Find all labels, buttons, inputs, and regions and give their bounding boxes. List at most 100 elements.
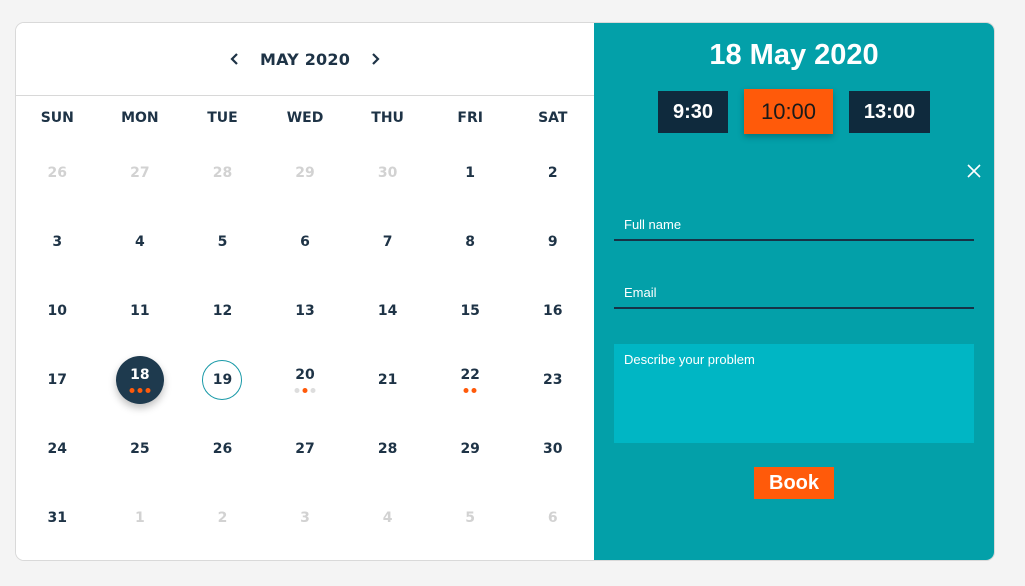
event-dots (129, 387, 151, 393)
calendar-day[interactable]: 14 (346, 276, 429, 345)
calendar-panel: MAY 2020 SUN MON TUE WED THU FRI SAT 26 27 28 29 3… (16, 23, 594, 560)
event-dot (145, 387, 151, 393)
calendar-day: 6 (511, 483, 594, 552)
day-number: 22 (460, 366, 480, 383)
calendar-day[interactable]: 25 (99, 414, 182, 483)
calendar-day[interactable]: 22 (429, 345, 512, 414)
day-number: 4 (382, 509, 393, 526)
calendar-day[interactable]: 11 (99, 276, 182, 345)
calendar-day: 28 (181, 138, 264, 207)
calendar-day[interactable]: 13 (264, 276, 347, 345)
calendar-day[interactable]: 10 (16, 276, 99, 345)
day-number: 1 (465, 164, 476, 181)
calendar-day[interactable]: 31 (16, 483, 99, 552)
event-dot (294, 387, 300, 393)
event-dot (302, 387, 308, 393)
day-number: 3 (300, 509, 310, 526)
calendar-day-today[interactable]: 19 (181, 345, 264, 414)
calendar-day[interactable]: 27 (264, 414, 347, 483)
day-number: 5 (465, 509, 476, 526)
day-number: 26 (47, 164, 68, 181)
problem-textarea[interactable]: Describe your problem (614, 344, 974, 443)
calendar-day[interactable]: 9 (511, 207, 594, 276)
calendar-day[interactable]: 5 (181, 207, 264, 276)
calendar-day[interactable]: 1 (429, 138, 512, 207)
calendar-day[interactable]: 21 (346, 345, 429, 414)
calendar-week-row: 17 18 19 20 21 22 23 (16, 345, 594, 414)
calendar-day: 3 (264, 483, 347, 552)
day-number: 17 (47, 371, 68, 388)
email-placeholder: Email (624, 285, 657, 300)
event-dot (129, 387, 135, 393)
day-number: 8 (465, 233, 476, 250)
day-number: 26 (212, 440, 233, 457)
calendar-day: 2 (181, 483, 264, 552)
booking-panel: 18 May 2020 9:30 10:00 13:00 Full name E… (594, 23, 994, 560)
calendar-header: MAY 2020 (16, 23, 594, 96)
day-number: 23 (543, 371, 563, 388)
prev-month-button[interactable] (222, 46, 248, 72)
next-month-button[interactable] (362, 46, 388, 72)
calendar-day: 30 (346, 138, 429, 207)
calendar-day[interactable]: 24 (16, 414, 99, 483)
calendar-week-row: 26 27 28 29 30 1 2 (16, 138, 594, 207)
calendar-week-row: 24 25 26 27 28 29 30 (16, 414, 594, 483)
calendar-week-row: 10 11 12 13 14 15 16 (16, 276, 594, 345)
calendar-day-selected[interactable]: 18 (99, 345, 182, 414)
calendar-grid: 26 27 28 29 30 1 2 3 4 5 6 7 8 9 10 11 12 13 14 15 16 17 18 19 2… (16, 138, 594, 552)
day-number: 5 (217, 233, 228, 250)
calendar-day[interactable]: 8 (429, 207, 512, 276)
time-slot-930[interactable]: 9:30 (658, 91, 728, 133)
calendar-day[interactable]: 7 (346, 207, 429, 276)
calendar-day[interactable]: 15 (429, 276, 512, 345)
day-number: 13 (295, 302, 315, 319)
calendar-day: 26 (16, 138, 99, 207)
close-icon[interactable] (966, 163, 982, 179)
day-number: 29 (460, 440, 480, 457)
calendar-day: 29 (264, 138, 347, 207)
calendar-day[interactable]: 28 (346, 414, 429, 483)
event-dot (471, 387, 477, 393)
day-number: 29 (295, 164, 315, 181)
day-number: 12 (212, 302, 233, 319)
calendar-day[interactable]: 20 (264, 345, 347, 414)
calendar-day: 1 (99, 483, 182, 552)
day-number: 31 (47, 509, 68, 526)
calendar-day[interactable]: 12 (181, 276, 264, 345)
day-number: 28 (212, 164, 233, 181)
time-slot-1000-selected[interactable]: 10:00 (744, 89, 833, 134)
calendar-day[interactable]: 16 (511, 276, 594, 345)
day-number: 30 (377, 164, 398, 181)
calendar-day[interactable]: 4 (99, 207, 182, 276)
full-name-field[interactable]: Full name (614, 213, 974, 241)
calendar-day[interactable]: 30 (511, 414, 594, 483)
calendar-day[interactable]: 3 (16, 207, 99, 276)
calendar-day[interactable]: 2 (511, 138, 594, 207)
day-number: 14 (377, 302, 398, 319)
day-number: 2 (547, 164, 558, 181)
weekday-label: MON (121, 110, 159, 126)
day-number: 30 (543, 440, 563, 457)
day-number: 3 (52, 233, 63, 250)
book-button[interactable]: Book (754, 467, 834, 499)
calendar-day: 4 (346, 483, 429, 552)
calendar-day[interactable]: 26 (181, 414, 264, 483)
booking-card: MAY 2020 SUN MON TUE WED THU FRI SAT 26 27 28 29 3… (16, 23, 994, 560)
day-number: 1 (134, 509, 145, 526)
day-number: 27 (130, 164, 150, 181)
event-dots (294, 387, 316, 393)
email-field[interactable]: Email (614, 281, 974, 309)
calendar-day[interactable]: 17 (16, 345, 99, 414)
chevron-left-icon (230, 53, 238, 65)
day-number: 20 (295, 366, 315, 383)
weekday-label: SUN (40, 110, 74, 126)
day-number: 25 (130, 440, 150, 457)
calendar-day[interactable]: 6 (264, 207, 347, 276)
day-number: 6 (300, 233, 310, 250)
day-number: 27 (295, 440, 315, 457)
day-number: 28 (377, 440, 398, 457)
time-slot-1300[interactable]: 13:00 (849, 91, 930, 133)
calendar-day[interactable]: 29 (429, 414, 512, 483)
calendar-day: 27 (99, 138, 182, 207)
calendar-day[interactable]: 23 (511, 345, 594, 414)
